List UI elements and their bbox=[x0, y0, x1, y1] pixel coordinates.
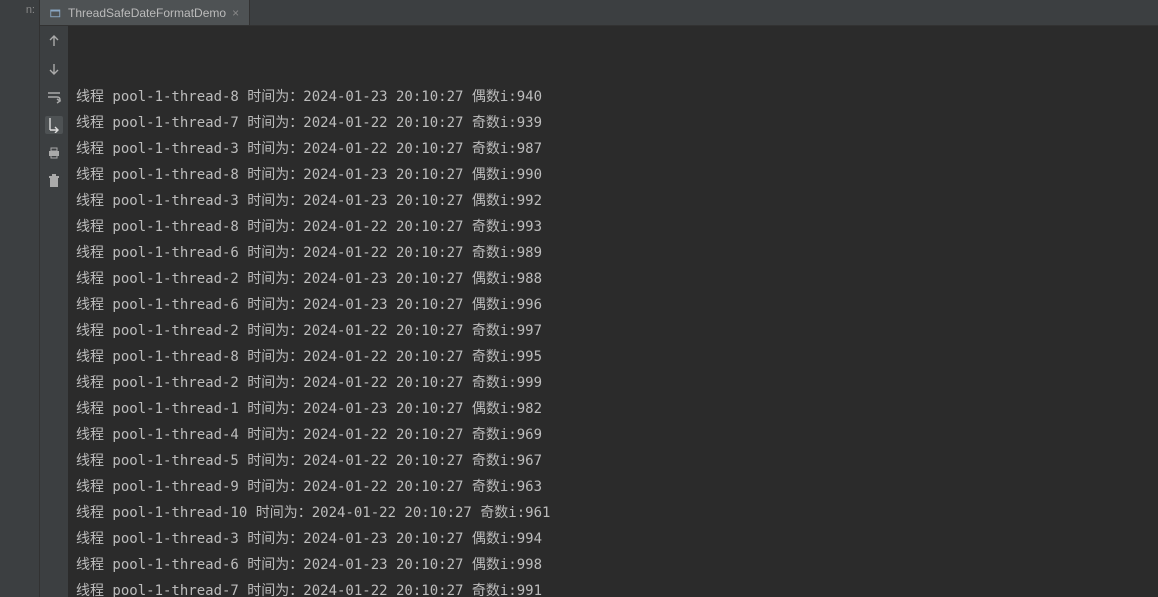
log-line: 线程 pool-1-thread-8 时间为：2024-01-23 20:10:… bbox=[76, 84, 1158, 110]
log-line: 线程 pool-1-thread-3 时间为：2024-01-22 20:10:… bbox=[76, 136, 1158, 162]
log-line: 线程 pool-1-thread-3 时间为：2024-01-23 20:10:… bbox=[76, 526, 1158, 552]
left-gutter: n: bbox=[0, 0, 40, 597]
print-icon[interactable] bbox=[45, 144, 63, 162]
log-line: 线程 pool-1-thread-8 时间为：2024-01-22 20:10:… bbox=[76, 214, 1158, 240]
log-line: 线程 pool-1-thread-9 时间为：2024-01-22 20:10:… bbox=[76, 474, 1158, 500]
tab-run-config[interactable]: ThreadSafeDateFormatDemo × bbox=[40, 0, 250, 25]
soft-wrap-icon[interactable] bbox=[45, 88, 63, 106]
log-line: 线程 pool-1-thread-7 时间为：2024-01-22 20:10:… bbox=[76, 578, 1158, 597]
log-line: 线程 pool-1-thread-8 时间为：2024-01-22 20:10:… bbox=[76, 344, 1158, 370]
tab-title: ThreadSafeDateFormatDemo bbox=[68, 6, 226, 20]
log-line: 线程 pool-1-thread-1 时间为：2024-01-23 20:10:… bbox=[76, 396, 1158, 422]
log-line: 线程 pool-1-thread-5 时间为：2024-01-22 20:10:… bbox=[76, 448, 1158, 474]
scroll-down-icon[interactable] bbox=[45, 60, 63, 78]
run-tab-icon bbox=[50, 7, 62, 19]
tab-close-button[interactable]: × bbox=[232, 6, 239, 20]
log-line: 线程 pool-1-thread-7 时间为：2024-01-22 20:10:… bbox=[76, 110, 1158, 136]
trash-icon[interactable] bbox=[45, 172, 63, 190]
scroll-up-icon[interactable] bbox=[45, 32, 63, 50]
log-line: 线程 pool-1-thread-6 时间为：2024-01-22 20:10:… bbox=[76, 240, 1158, 266]
main-area: ThreadSafeDateFormatDemo × bbox=[40, 0, 1158, 597]
log-line: 线程 pool-1-thread-3 时间为：2024-01-23 20:10:… bbox=[76, 188, 1158, 214]
side-toolbar bbox=[40, 26, 68, 597]
log-line: 线程 pool-1-thread-10 时间为：2024-01-22 20:10… bbox=[76, 500, 1158, 526]
log-line: 线程 pool-1-thread-2 时间为：2024-01-23 20:10:… bbox=[76, 266, 1158, 292]
log-line: 线程 pool-1-thread-6 时间为：2024-01-23 20:10:… bbox=[76, 292, 1158, 318]
scroll-to-end-icon[interactable] bbox=[45, 116, 63, 134]
gutter-label: n: bbox=[0, 4, 39, 16]
log-line: 线程 pool-1-thread-2 时间为：2024-01-22 20:10:… bbox=[76, 318, 1158, 344]
log-line: 线程 pool-1-thread-4 时间为：2024-01-22 20:10:… bbox=[76, 422, 1158, 448]
log-line: 线程 pool-1-thread-8 时间为：2024-01-23 20:10:… bbox=[76, 162, 1158, 188]
log-line: 线程 pool-1-thread-2 时间为：2024-01-22 20:10:… bbox=[76, 370, 1158, 396]
console-output[interactable]: 线程 pool-1-thread-8 时间为：2024-01-23 20:10:… bbox=[68, 26, 1158, 597]
tab-bar: ThreadSafeDateFormatDemo × bbox=[40, 0, 1158, 26]
log-line: 线程 pool-1-thread-6 时间为：2024-01-23 20:10:… bbox=[76, 552, 1158, 578]
content-wrap: 线程 pool-1-thread-8 时间为：2024-01-23 20:10:… bbox=[40, 26, 1158, 597]
